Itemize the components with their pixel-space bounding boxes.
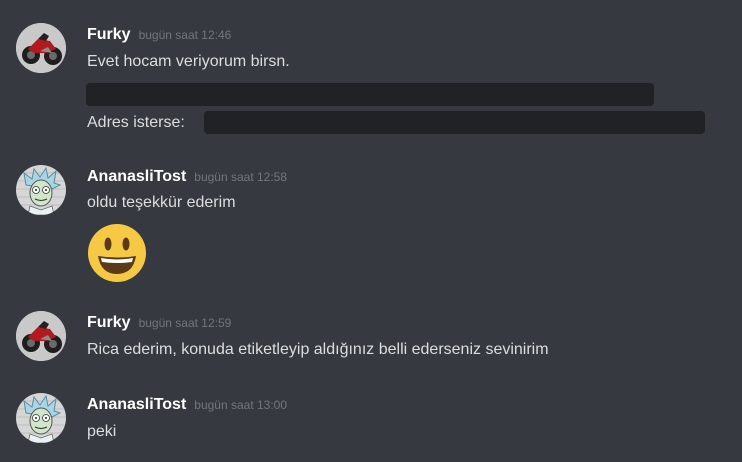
message-header: AnanasliTost bugün saat 13:00 — [87, 395, 287, 415]
message-text: oldu teşekkür ederim — [87, 194, 236, 211]
timestamp: bugün saat 13:00 — [194, 398, 288, 412]
message-group: AnanasliTost bugün saat 13:00 peki — [0, 380, 742, 462]
message-header: Furky bugün saat 12:59 — [87, 313, 231, 333]
grinning-face-emoji[interactable] — [87, 223, 147, 283]
timestamp: bugün saat 12:58 — [194, 170, 288, 184]
motorcycle-avatar-icon[interactable] — [16, 23, 66, 73]
message-group: Furky bugün saat 12:46 Evet hocam veriyor… — [0, 0, 742, 150]
message-text: Adres isterse: — [87, 114, 185, 131]
message-text: Evet hocam veriyorum birsn. — [87, 53, 290, 70]
message-header: AnanasliTost bugün saat 12:58 — [87, 167, 287, 187]
message-text: peki — [87, 423, 117, 440]
message-group: AnanasliTost bugün saat 12:58 oldu teşekk… — [0, 150, 742, 290]
username[interactable]: Furky — [87, 26, 131, 43]
username[interactable]: Furky — [87, 314, 131, 331]
motorcycle-avatar-icon[interactable] — [16, 311, 66, 361]
message-group: Furky bugün saat 12:59 Rica ederim, konud… — [0, 290, 742, 380]
rick-cartoon-avatar-icon[interactable] — [16, 393, 66, 443]
timestamp: bugün saat 12:46 — [138, 28, 232, 42]
spoiler-block[interactable] — [204, 111, 705, 134]
rick-cartoon-avatar-icon[interactable] — [16, 165, 66, 215]
timestamp: bugün saat 12:59 — [138, 316, 232, 330]
spoiler-block[interactable] — [86, 83, 654, 106]
username[interactable]: AnanasliTost — [87, 396, 186, 413]
message-header: Furky bugün saat 12:46 — [87, 25, 231, 45]
username[interactable]: AnanasliTost — [87, 168, 186, 185]
message-text: Rica ederim, konuda etiketleyip aldığını… — [87, 341, 549, 358]
